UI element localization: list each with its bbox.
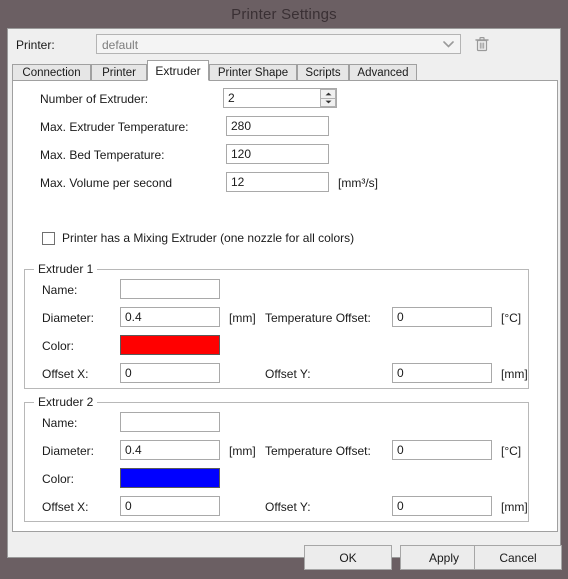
extruder-1-color-swatch[interactable] bbox=[120, 335, 220, 355]
extruder-2-title: Extruder 2 bbox=[34, 395, 98, 409]
extruder-1-temp-offset-input[interactable]: 0 bbox=[392, 307, 492, 327]
label-number-of-extruder: Number of Extruder: bbox=[40, 92, 149, 106]
extruder-1-diameter-unit: [mm] bbox=[229, 311, 256, 325]
extruder-2-offset-x-label: Offset X: bbox=[42, 500, 89, 514]
window-title: Printer Settings bbox=[231, 5, 337, 23]
extruder-1-name-input[interactable] bbox=[120, 279, 220, 299]
extruder-1-offset-y-label: Offset Y: bbox=[265, 367, 311, 381]
extruder-2-offset-y-input[interactable]: 0 bbox=[392, 496, 492, 516]
label-max-bed-temperature: Max. Bed Temperature: bbox=[40, 148, 165, 162]
trash-icon[interactable] bbox=[472, 34, 492, 54]
extruder-2-offset-y-label: Offset Y: bbox=[265, 500, 311, 514]
tab-label: Connection bbox=[22, 66, 81, 79]
extruder-1-groupbox: Extruder 1 Name: Diameter: 0.4 [mm] Temp… bbox=[24, 262, 529, 389]
unit-max-volume-per-second: [mm³/s] bbox=[338, 176, 378, 190]
extruder-2-name-label: Name: bbox=[42, 416, 78, 430]
dialog-body: Printer: default Connection Printer Extr… bbox=[7, 28, 562, 570]
label-max-extruder-temperature: Max. Extruder Temperature: bbox=[40, 120, 189, 134]
printer-selector-row: Printer: default bbox=[8, 33, 560, 59]
extruder-1-color-label: Color: bbox=[42, 339, 75, 353]
tab-label: Advanced bbox=[357, 66, 409, 79]
dialog-button-bar: OK Apply Cancel bbox=[8, 534, 562, 579]
extruder-1-offset-x-input[interactable]: 0 bbox=[120, 363, 220, 383]
tab-advanced[interactable]: Advanced bbox=[349, 64, 417, 81]
spinner-up-icon[interactable] bbox=[320, 89, 336, 99]
extruder-2-offset-unit: [mm] bbox=[501, 500, 528, 514]
mixing-extruder-checkbox-row[interactable]: Printer has a Mixing Extruder (one nozzl… bbox=[42, 231, 354, 245]
tab-label: Extruder bbox=[155, 63, 201, 78]
extruder-2-color-label: Color: bbox=[42, 472, 75, 486]
extruder-2-temp-offset-input[interactable]: 0 bbox=[392, 440, 492, 460]
extruder-1-temp-offset-unit: [°C] bbox=[501, 311, 522, 325]
extruder-1-offset-y-input[interactable]: 0 bbox=[392, 363, 492, 383]
tab-label: Printer bbox=[102, 66, 136, 79]
tab-label: Scripts bbox=[305, 66, 341, 79]
extruder-2-diameter-input[interactable]: 0.4 bbox=[120, 440, 220, 460]
extruder-2-offset-x-input[interactable]: 0 bbox=[120, 496, 220, 516]
extruder-2-name-input[interactable] bbox=[120, 412, 220, 432]
extruder-2-diameter-unit: [mm] bbox=[229, 444, 256, 458]
label-max-volume-per-second: Max. Volume per second bbox=[40, 176, 173, 190]
mixing-extruder-label: Printer has a Mixing Extruder (one nozzl… bbox=[62, 231, 355, 245]
spinner-number-of-extruder[interactable] bbox=[320, 89, 336, 107]
input-max-volume-per-second[interactable]: 12 bbox=[226, 172, 329, 192]
extruder-1-diameter-label: Diameter: bbox=[42, 311, 95, 325]
tab-label: Printer Shape bbox=[217, 66, 289, 79]
chevron-down-icon[interactable] bbox=[439, 35, 457, 53]
tab-extruder[interactable]: Extruder bbox=[147, 60, 209, 81]
printer-combobox[interactable]: default bbox=[96, 34, 461, 54]
extruder-tab-panel: Number of Extruder: 2 Max. Extruder Temp… bbox=[12, 80, 558, 532]
extruder-1-temp-offset-label: Temperature Offset: bbox=[265, 311, 371, 325]
tab-printer-shape[interactable]: Printer Shape bbox=[209, 64, 297, 81]
extruder-2-color-swatch[interactable] bbox=[120, 468, 220, 488]
extruder-2-groupbox: Extruder 2 Name: Diameter: 0.4 [mm] Temp… bbox=[24, 395, 529, 522]
input-max-bed-temperature[interactable]: 120 bbox=[226, 144, 329, 164]
extruder-2-diameter-label: Diameter: bbox=[42, 444, 95, 458]
cancel-button[interactable]: Cancel bbox=[474, 545, 562, 570]
mixing-extruder-checkbox[interactable] bbox=[42, 231, 55, 245]
tab-scripts[interactable]: Scripts bbox=[297, 64, 349, 81]
window-titlebar: Printer Settings bbox=[0, 0, 568, 28]
printer-combobox-value: default bbox=[102, 38, 139, 52]
extruder-2-temp-offset-unit: [°C] bbox=[501, 444, 522, 458]
tab-connection[interactable]: Connection bbox=[12, 64, 91, 81]
tab-bar: Connection Printer Extruder Printer Shape Sc… bbox=[12, 60, 558, 81]
ok-button[interactable]: OK bbox=[304, 545, 392, 570]
printer-settings-window: Printer Settings Printer: default Connec… bbox=[0, 0, 568, 570]
extruder-1-offset-unit: [mm] bbox=[501, 367, 528, 381]
extruder-2-temp-offset-label: Temperature Offset: bbox=[265, 444, 371, 458]
extruder-1-offset-x-label: Offset X: bbox=[42, 367, 89, 381]
spinner-down-icon[interactable] bbox=[320, 98, 336, 107]
input-max-extruder-temperature[interactable]: 280 bbox=[226, 116, 329, 136]
extruder-1-name-label: Name: bbox=[42, 283, 78, 297]
extruder-1-diameter-input[interactable]: 0.4 bbox=[120, 307, 220, 327]
tab-printer[interactable]: Printer bbox=[91, 64, 147, 81]
extruder-1-title: Extruder 1 bbox=[34, 262, 98, 276]
printer-label: Printer: bbox=[16, 38, 55, 52]
